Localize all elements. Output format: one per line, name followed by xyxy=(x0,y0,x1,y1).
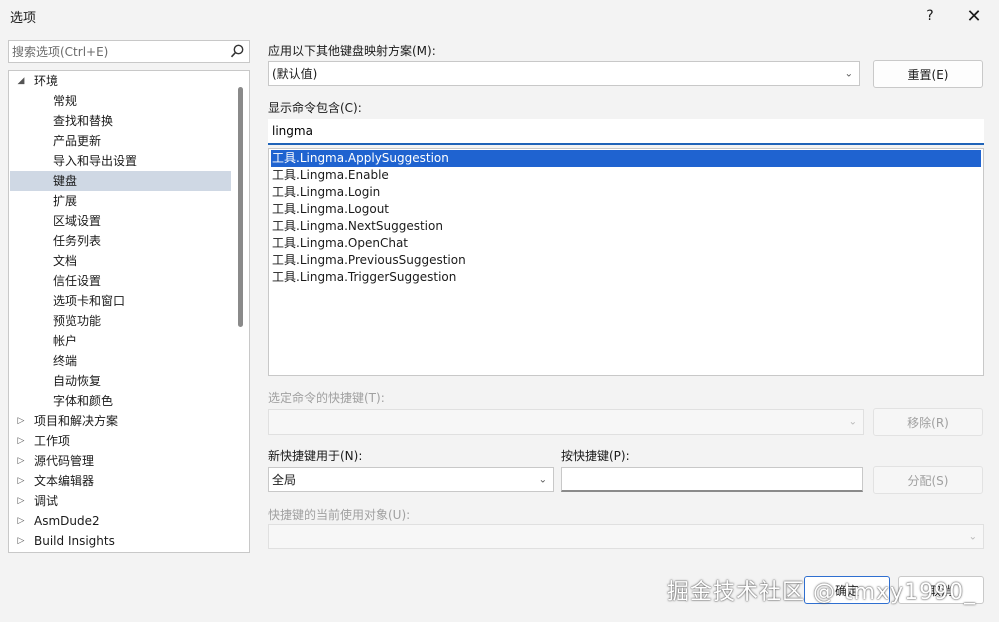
help-button[interactable]: ? xyxy=(913,4,947,28)
press-shortcut-label: 按快捷键(P): xyxy=(561,449,630,463)
tree-item[interactable]: 自动恢复 xyxy=(53,371,101,391)
title-bar: 选项 ? ✕ xyxy=(0,0,999,32)
command-list-item[interactable]: 工具.Lingma.OpenChat xyxy=(271,235,981,252)
tree-item[interactable]: 产品更新 xyxy=(53,131,101,151)
search-input[interactable] xyxy=(12,43,224,60)
chevron-down-icon: ⌄ xyxy=(538,474,547,485)
command-filter-input[interactable] xyxy=(268,119,984,145)
chevron-down-icon: ⌄ xyxy=(968,531,977,542)
command-list-item[interactable]: 工具.Lingma.Logout xyxy=(271,201,981,218)
tree-scrollbar[interactable] xyxy=(238,87,243,327)
expand-arrow-icon[interactable]: ▷ xyxy=(15,411,27,431)
tree-item[interactable]: 项目和解决方案 xyxy=(34,411,118,431)
search-box xyxy=(8,40,250,63)
assign-button[interactable]: 分配(S) xyxy=(873,466,983,494)
tree-item[interactable]: 导入和导出设置 xyxy=(53,151,137,171)
tree-item[interactable]: 选项卡和窗口 xyxy=(53,291,125,311)
command-list-item[interactable]: 工具.Lingma.Login xyxy=(271,184,981,201)
command-list-item[interactable]: 工具.Lingma.Enable xyxy=(271,167,981,184)
command-list-item[interactable]: 工具.Lingma.TriggerSuggestion xyxy=(271,269,981,286)
tree-item[interactable]: 预览功能 xyxy=(53,311,101,331)
watermark: 掘金技术社区 @ tmxy1990_ xyxy=(667,580,977,605)
mapping-value: (默认值) xyxy=(272,67,318,81)
tree-item[interactable]: 源代码管理 xyxy=(34,451,94,471)
options-tree: ◢ 环境 常规 查找和替换 产品更新 导入和导出设置 键盘 扩展 区域设置 任务列表 文档 信任设置选… xyxy=(8,70,250,553)
scope-dropdown[interactable]: 全局 ⌄ xyxy=(268,467,554,492)
search-icon[interactable] xyxy=(229,43,245,60)
window-title: 选项 xyxy=(10,11,37,26)
mapping-dropdown[interactable]: (默认值) ⌄ xyxy=(268,61,860,86)
mapping-label: 应用以下其他键盘映射方案(M): xyxy=(268,44,436,58)
tree-item[interactable]: 常规 xyxy=(53,91,77,111)
expand-arrow-icon[interactable]: ▷ xyxy=(15,511,27,531)
tree-item[interactable]: 键盘 xyxy=(53,171,77,191)
tree-item[interactable]: AsmDude2 xyxy=(34,511,100,531)
tree-item[interactable]: Build Insights xyxy=(34,531,115,551)
commands-label: 显示命令包含(C): xyxy=(268,101,362,115)
expand-arrow-icon[interactable]: ▷ xyxy=(15,451,27,471)
tree-item[interactable]: 文档 xyxy=(53,251,77,271)
usage-dropdown[interactable]: ⌄ xyxy=(268,524,984,549)
expand-arrow-icon[interactable]: ▷ xyxy=(15,431,27,451)
scope-label: 新快捷键用于(N): xyxy=(268,449,363,463)
chevron-down-icon: ⌄ xyxy=(848,416,857,428)
usage-label: 快捷键的当前使用对象(U): xyxy=(268,508,411,522)
command-list-item[interactable]: 工具.Lingma.PreviousSuggestion xyxy=(271,252,981,269)
tree-item[interactable]: 文本编辑器 xyxy=(34,471,94,491)
command-list-item[interactable]: 工具.Lingma.NextSuggestion xyxy=(271,218,981,235)
command-list: 工具.Lingma.ApplySuggestion 工具.Lingma.Enabl… xyxy=(268,148,984,376)
reset-button[interactable]: 重置(E) xyxy=(873,60,983,88)
expand-arrow-icon[interactable]: ▷ xyxy=(15,531,27,551)
expand-arrow-icon[interactable]: ▷ xyxy=(15,471,27,491)
tree-item[interactable]: 字体和颜色 xyxy=(53,391,113,411)
tree-item[interactable]: 环境 xyxy=(34,71,58,91)
scope-value: 全局 xyxy=(272,473,297,487)
shortcut-input[interactable] xyxy=(561,467,863,492)
tree-item[interactable]: 调试 xyxy=(34,491,58,511)
tree-item[interactable]: 信任设置 xyxy=(53,271,101,291)
close-button[interactable]: ✕ xyxy=(953,4,995,28)
chevron-down-icon: ⌄ xyxy=(844,68,853,79)
collapse-arrow-icon[interactable]: ◢ xyxy=(15,71,27,91)
shortcuts-dropdown[interactable]: ⌄ xyxy=(268,409,864,435)
tree-item[interactable]: 帐户 xyxy=(53,331,77,351)
tree-item[interactable]: 工作项 xyxy=(34,431,70,451)
tree-item[interactable]: 终端 xyxy=(53,351,77,371)
tree-item[interactable]: 扩展 xyxy=(53,191,77,211)
tree-item[interactable]: 区域设置 xyxy=(53,211,101,231)
command-list-item[interactable]: 工具.Lingma.ApplySuggestion xyxy=(271,150,981,167)
tree-item[interactable]: 查找和替换 xyxy=(53,111,113,131)
tree-item[interactable]: 任务列表 xyxy=(53,231,101,251)
expand-arrow-icon[interactable]: ▷ xyxy=(15,491,27,511)
tree-selection-highlight xyxy=(10,171,231,191)
remove-button[interactable]: 移除(R) xyxy=(873,408,983,436)
shortcuts-label: 选定命令的快捷键(T): xyxy=(268,391,385,405)
